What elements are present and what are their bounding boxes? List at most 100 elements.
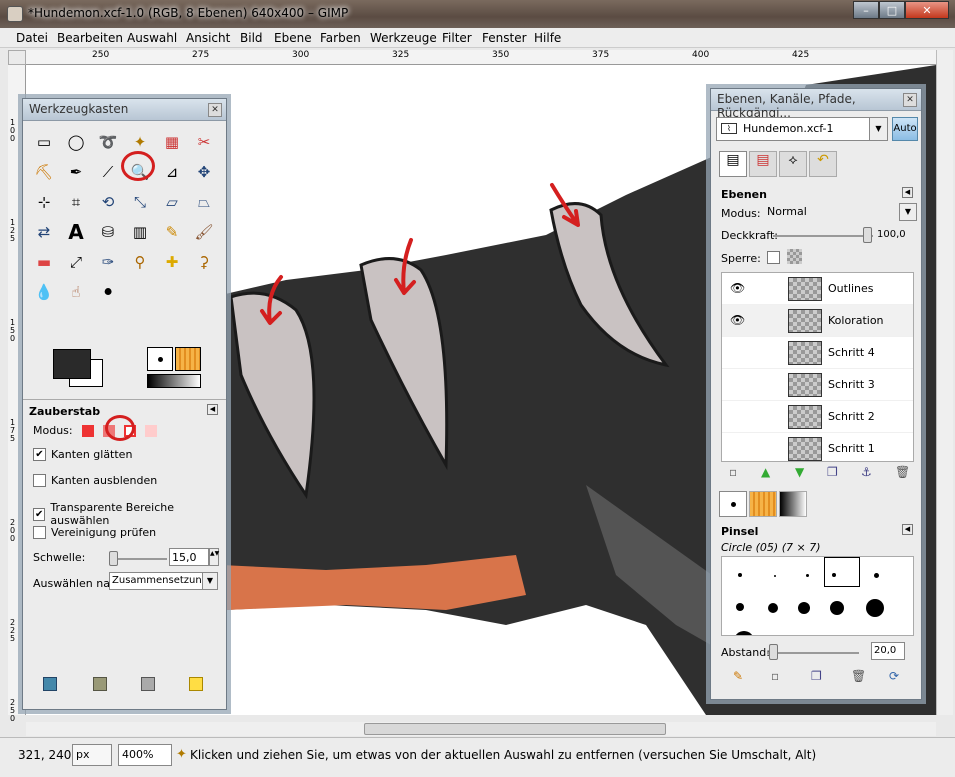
lasso-icon[interactable]: ➰ [95,129,121,155]
close-icon[interactable]: ✕ [208,103,222,117]
tab-patterns-icon[interactable] [749,491,777,517]
configure-icon[interactable]: ◀ [902,187,913,198]
configure-icon[interactable]: ◀ [207,404,218,415]
menu-ebene[interactable]: Ebene [274,31,312,45]
chevron-down-icon[interactable]: ▼ [202,572,218,590]
close-button[interactable]: ✕ [905,1,949,19]
menu-werkzeuge[interactable]: Werkzeuge [370,31,437,45]
threshold-slider-handle[interactable] [109,551,118,566]
duplicate-brush-icon[interactable]: ❐ [811,669,822,683]
menu-fenster[interactable]: Fenster [482,31,527,45]
close-icon[interactable]: ✕ [903,93,917,107]
horizontal-scroll-thumb[interactable] [364,723,666,735]
color-picker-icon[interactable]: ⟋ [95,159,121,185]
perspective-clone-icon[interactable]: ⚳ [191,249,217,275]
heal-icon[interactable]: ✚ [159,249,185,275]
edit-brush-icon[interactable]: ✎ [733,669,743,683]
eraser-icon[interactable]: ▬ [31,249,57,275]
active-gradient-preview[interactable] [147,374,201,388]
scale-icon[interactable]: ⤡ [127,189,153,215]
lower-layer-icon[interactable]: ▼ [795,465,804,479]
layer-mode-dropdown[interactable]: Normal [763,203,899,221]
zoom-dropdown[interactable]: 400% [118,744,172,766]
opacity-slider-handle[interactable] [863,227,872,243]
checkbox-checked-icon[interactable]: ✔ [33,448,46,461]
measure-icon[interactable]: ⊿ [159,159,185,185]
menu-bild[interactable]: Bild [240,31,263,45]
opacity-slider-track[interactable] [773,235,873,237]
menu-bearbeiten[interactable]: Bearbeiten [57,31,123,45]
duplicate-layer-icon[interactable]: ❐ [827,465,838,479]
mode-intersect-icon[interactable] [144,424,157,437]
tab-brushes-icon[interactable] [719,491,747,517]
refresh-icon[interactable]: ⟳ [889,669,899,683]
menu-hilfe[interactable]: Hilfe [534,31,561,45]
checkbox-icon[interactable] [33,474,46,487]
minimize-button[interactable]: – [853,1,879,19]
spin-arrows-icon[interactable]: ▲▼ [209,548,219,566]
checkbox-checked-icon[interactable]: ✔ [33,507,46,521]
pencil-icon[interactable]: ✎ [159,219,185,245]
tab-channels-icon[interactable]: ▤ [749,151,777,177]
clone-icon[interactable]: ⚲ [127,249,153,275]
blend-icon[interactable]: ▥ [127,219,153,245]
menu-auswahl[interactable]: Auswahl [127,31,177,45]
layers-titlebar[interactable]: Ebenen, Kanäle, Pfade, Rückgängi... ✕ [711,89,921,120]
foreground-select-icon[interactable]: ⛏ [31,159,57,185]
layer-row[interactable]: Schritt 3 [722,369,913,401]
perspective-icon[interactable]: ⏢ [191,189,217,215]
tab-gradients-icon[interactable] [779,491,807,517]
move-icon[interactable]: ✥ [191,159,217,185]
paintbrush-icon[interactable]: 🖌 [191,219,217,245]
mode-replace-icon[interactable] [81,424,94,437]
layer-row[interactable]: Schritt 2 [722,401,913,433]
rotate-icon[interactable]: ⟲ [95,189,121,215]
image-select-dropdown[interactable]: Hundemon.xcf-1 [716,117,888,141]
configure-icon[interactable]: ◀ [902,524,913,535]
raise-layer-icon[interactable]: ▲ [761,465,770,479]
horizontal-scrollbar[interactable] [26,722,936,736]
delete-options-icon[interactable] [141,677,155,691]
bucket-fill-icon[interactable]: ⛁ [95,219,121,245]
new-layer-icon[interactable]: ▫ [729,465,737,479]
delete-brush-icon[interactable]: 🗑 [851,669,866,683]
smudge-icon[interactable]: ☝ [63,279,89,305]
select-by-color-icon[interactable]: ▦ [159,129,185,155]
new-brush-icon[interactable]: ▫ [771,669,779,683]
restore-options-icon[interactable] [93,677,107,691]
menu-ansicht[interactable]: Ansicht [186,31,230,45]
save-options-icon[interactable] [43,677,57,691]
auto-button[interactable]: Auto [892,117,918,141]
option-sample-merged[interactable]: Vereinigung prüfen [33,526,156,539]
option-antialias[interactable]: ✔ Kanten glätten [33,448,132,461]
horizontal-ruler[interactable]: 250 275 300 325 350 375 400 425 [26,50,936,65]
foreground-color-swatch[interactable] [53,349,91,379]
toolbox-titlebar[interactable]: Werkzeugkasten ✕ [23,99,226,121]
shear-icon[interactable]: ▱ [159,189,185,215]
spacing-slider-track[interactable] [767,652,859,654]
checkbox-icon[interactable] [33,526,46,539]
spacing-input[interactable]: 20,0 [871,642,905,660]
align-icon[interactable]: ⊹ [31,189,57,215]
reset-options-icon[interactable] [189,677,203,691]
unit-dropdown[interactable]: px [72,744,112,766]
scissors-icon[interactable]: ✂ [191,129,217,155]
tab-paths-icon[interactable]: ⟡ [779,151,807,177]
anchor-icon[interactable]: ⚓ [861,465,872,479]
ellipse-select-icon[interactable]: ◯ [63,129,89,155]
flip-icon[interactable]: ⇄ [31,219,57,245]
paths-icon[interactable]: ✒ [63,159,89,185]
threshold-input[interactable]: 15,0 [169,548,209,566]
text-tool-icon[interactable]: A [63,219,89,245]
eye-icon[interactable]: 👁 [730,281,746,295]
rect-select-icon[interactable]: ▭ [31,129,57,155]
opacity-value[interactable]: 100,0 [877,229,906,240]
layer-row[interactable]: 👁 Outlines [722,273,913,305]
window-titlebar[interactable]: *Hundemon.xcf-1.0 (RGB, 8 Ebenen) 640x40… [0,0,955,28]
option-feather[interactable]: Kanten ausblenden [33,474,157,487]
dodge-burn-icon[interactable]: ⚫ [95,279,121,305]
chevron-down-icon[interactable]: ▼ [869,117,888,141]
tab-layers-icon[interactable]: ▤ [719,151,747,177]
lock-alpha-icon[interactable] [787,249,802,264]
ink-icon[interactable]: ✑ [95,249,121,275]
